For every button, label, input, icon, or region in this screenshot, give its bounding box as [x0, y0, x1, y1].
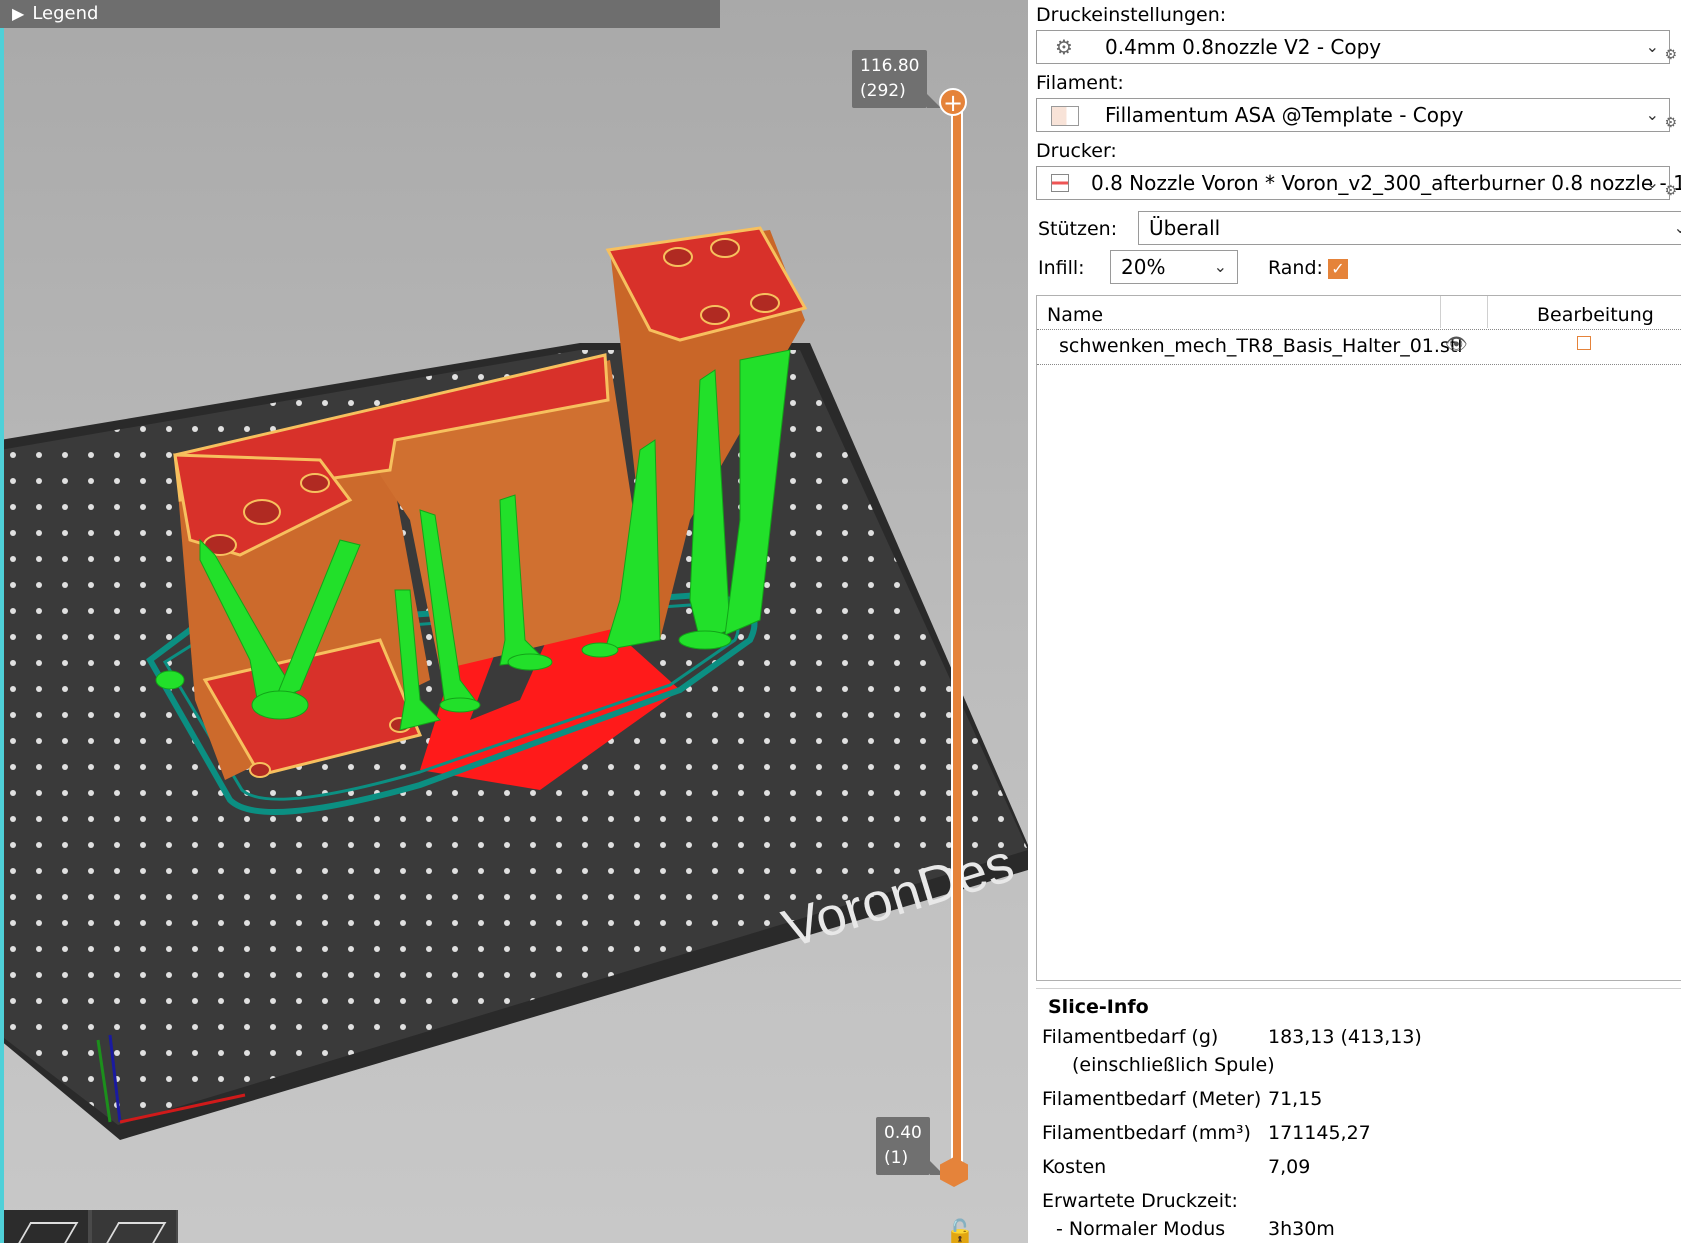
- chevron-down-icon: ⌄: [1645, 37, 1659, 56]
- top-layer-label: 116.80 (292): [852, 50, 943, 108]
- gear-icon: ⚙: [1055, 35, 1073, 59]
- infill-combo[interactable]: 20% ⌄: [1110, 250, 1238, 284]
- column-header-edit[interactable]: Bearbeitung: [1537, 304, 1654, 326]
- layer-slider-top-handle[interactable]: +: [939, 88, 967, 116]
- normal-mode-value: 3h30m: [1268, 1218, 1335, 1240]
- filament-m-value: 71,15: [1268, 1088, 1323, 1110]
- brim-label: Rand:: [1268, 257, 1323, 279]
- settings-panel: Druckeinstellungen: ⚙ 0.4mm 0.8nozzle V2…: [1028, 0, 1681, 1243]
- view-iso-button[interactable]: [4, 1210, 88, 1243]
- filament-value: Fillamentum ASA @Template - Copy: [1105, 103, 1464, 127]
- chevron-down-icon: ⌄: [1673, 218, 1681, 237]
- view-top-icon: [105, 1222, 167, 1243]
- filament-mm3-label: Filamentbedarf (mm³): [1042, 1122, 1251, 1144]
- edit-icon[interactable]: [1577, 336, 1591, 350]
- filament-mm3-value: 171145,27: [1268, 1122, 1371, 1144]
- object-list: Name Bearbeitung schwenken_mech_TR8_Basi…: [1036, 295, 1681, 981]
- filament-m-label: Filamentbedarf (Meter): [1042, 1088, 1262, 1110]
- layer-slider-track[interactable]: [951, 104, 963, 1171]
- supports-value: Überall: [1149, 216, 1221, 240]
- legend-header[interactable]: ▶ Legend: [0, 0, 720, 28]
- printer-gear-icon[interactable]: ⚙: [1664, 175, 1677, 207]
- slice-info-title: Slice-Info: [1048, 996, 1149, 1018]
- chevron-down-icon: ⌄: [1645, 105, 1659, 124]
- bottom-height-value: 0.40: [884, 1123, 922, 1143]
- brim-checkbox[interactable]: ✓: [1328, 259, 1348, 279]
- print-time-label: Erwartete Druckzeit:: [1042, 1190, 1238, 1212]
- printer-value: 0.8 Nozzle Voron * Voron_v2_300_afterbur…: [1091, 171, 1681, 195]
- settings-gear-icon[interactable]: ⚙: [1664, 39, 1677, 71]
- top-layer-number: (292): [860, 81, 906, 101]
- divider: [1036, 988, 1681, 989]
- filament-gear-icon[interactable]: ⚙: [1664, 107, 1677, 139]
- print-preview-scene[interactable]: VoronDes: [0, 0, 1028, 1243]
- chevron-down-icon: ⌄: [1213, 257, 1227, 276]
- normal-mode-label: - Normaler Modus: [1056, 1218, 1226, 1240]
- top-height-value: 116.80: [860, 56, 920, 76]
- printer-combo[interactable]: 0.8 Nozzle Voron * Voron_v2_300_afterbur…: [1036, 166, 1681, 200]
- filament-g-value: 183,13 (413,13): [1268, 1026, 1422, 1048]
- filament-g-sub: (einschließlich Spule): [1072, 1054, 1275, 1076]
- cost-label: Kosten: [1042, 1156, 1107, 1178]
- supports-combo[interactable]: Überall ⌄: [1138, 211, 1681, 245]
- infill-label: Infill:: [1038, 257, 1085, 279]
- filament-label: Filament:: [1036, 72, 1124, 94]
- column-separator: [1487, 296, 1488, 328]
- view-toolbar: [4, 1210, 178, 1243]
- filament-color-icon: [1051, 106, 1079, 126]
- eye-icon[interactable]: 👁: [1445, 334, 1468, 355]
- print-settings-value: 0.4mm 0.8nozzle V2 - Copy: [1105, 35, 1382, 59]
- infill-value: 20%: [1121, 255, 1166, 279]
- view-top-button[interactable]: [92, 1210, 176, 1243]
- chevron-down-icon: ⌄: [1645, 173, 1659, 192]
- printer-label: Drucker:: [1036, 140, 1117, 162]
- filament-g-label: Filamentbedarf (g): [1042, 1026, 1219, 1048]
- legend-label: Legend: [32, 3, 99, 24]
- 3d-viewport[interactable]: VoronDes ▶ Legend 116.80 (292) 0.40 (1) +…: [0, 0, 1028, 1243]
- filament-combo[interactable]: Fillamentum ASA @Template - Copy ⌄ ⚙: [1036, 98, 1677, 132]
- window-edge: [0, 0, 4, 1243]
- plus-icon: +: [942, 89, 964, 117]
- bottom-layer-label: 0.40 (1): [876, 1117, 944, 1175]
- print-settings-combo[interactable]: ⚙ 0.4mm 0.8nozzle V2 - Copy ⌄ ⚙: [1036, 30, 1677, 64]
- lock-icon[interactable]: 🔓: [945, 1218, 975, 1243]
- supports-label: Stützen:: [1038, 218, 1118, 240]
- column-separator: [1440, 296, 1441, 328]
- cost-value: 7,09: [1268, 1156, 1311, 1178]
- print-settings-label: Druckeinstellungen:: [1036, 4, 1227, 26]
- object-name: schwenken_mech_TR8_Basis_Halter_01.stl: [1059, 335, 1463, 357]
- table-row[interactable]: schwenken_mech_TR8_Basis_Halter_01.stl 👁: [1037, 329, 1681, 365]
- play-triangle-icon: ▶: [12, 4, 25, 23]
- bottom-layer-number: (1): [884, 1148, 909, 1168]
- view-iso-icon: [17, 1222, 79, 1243]
- column-header-name[interactable]: Name: [1047, 304, 1103, 326]
- printer-icon: [1051, 174, 1069, 192]
